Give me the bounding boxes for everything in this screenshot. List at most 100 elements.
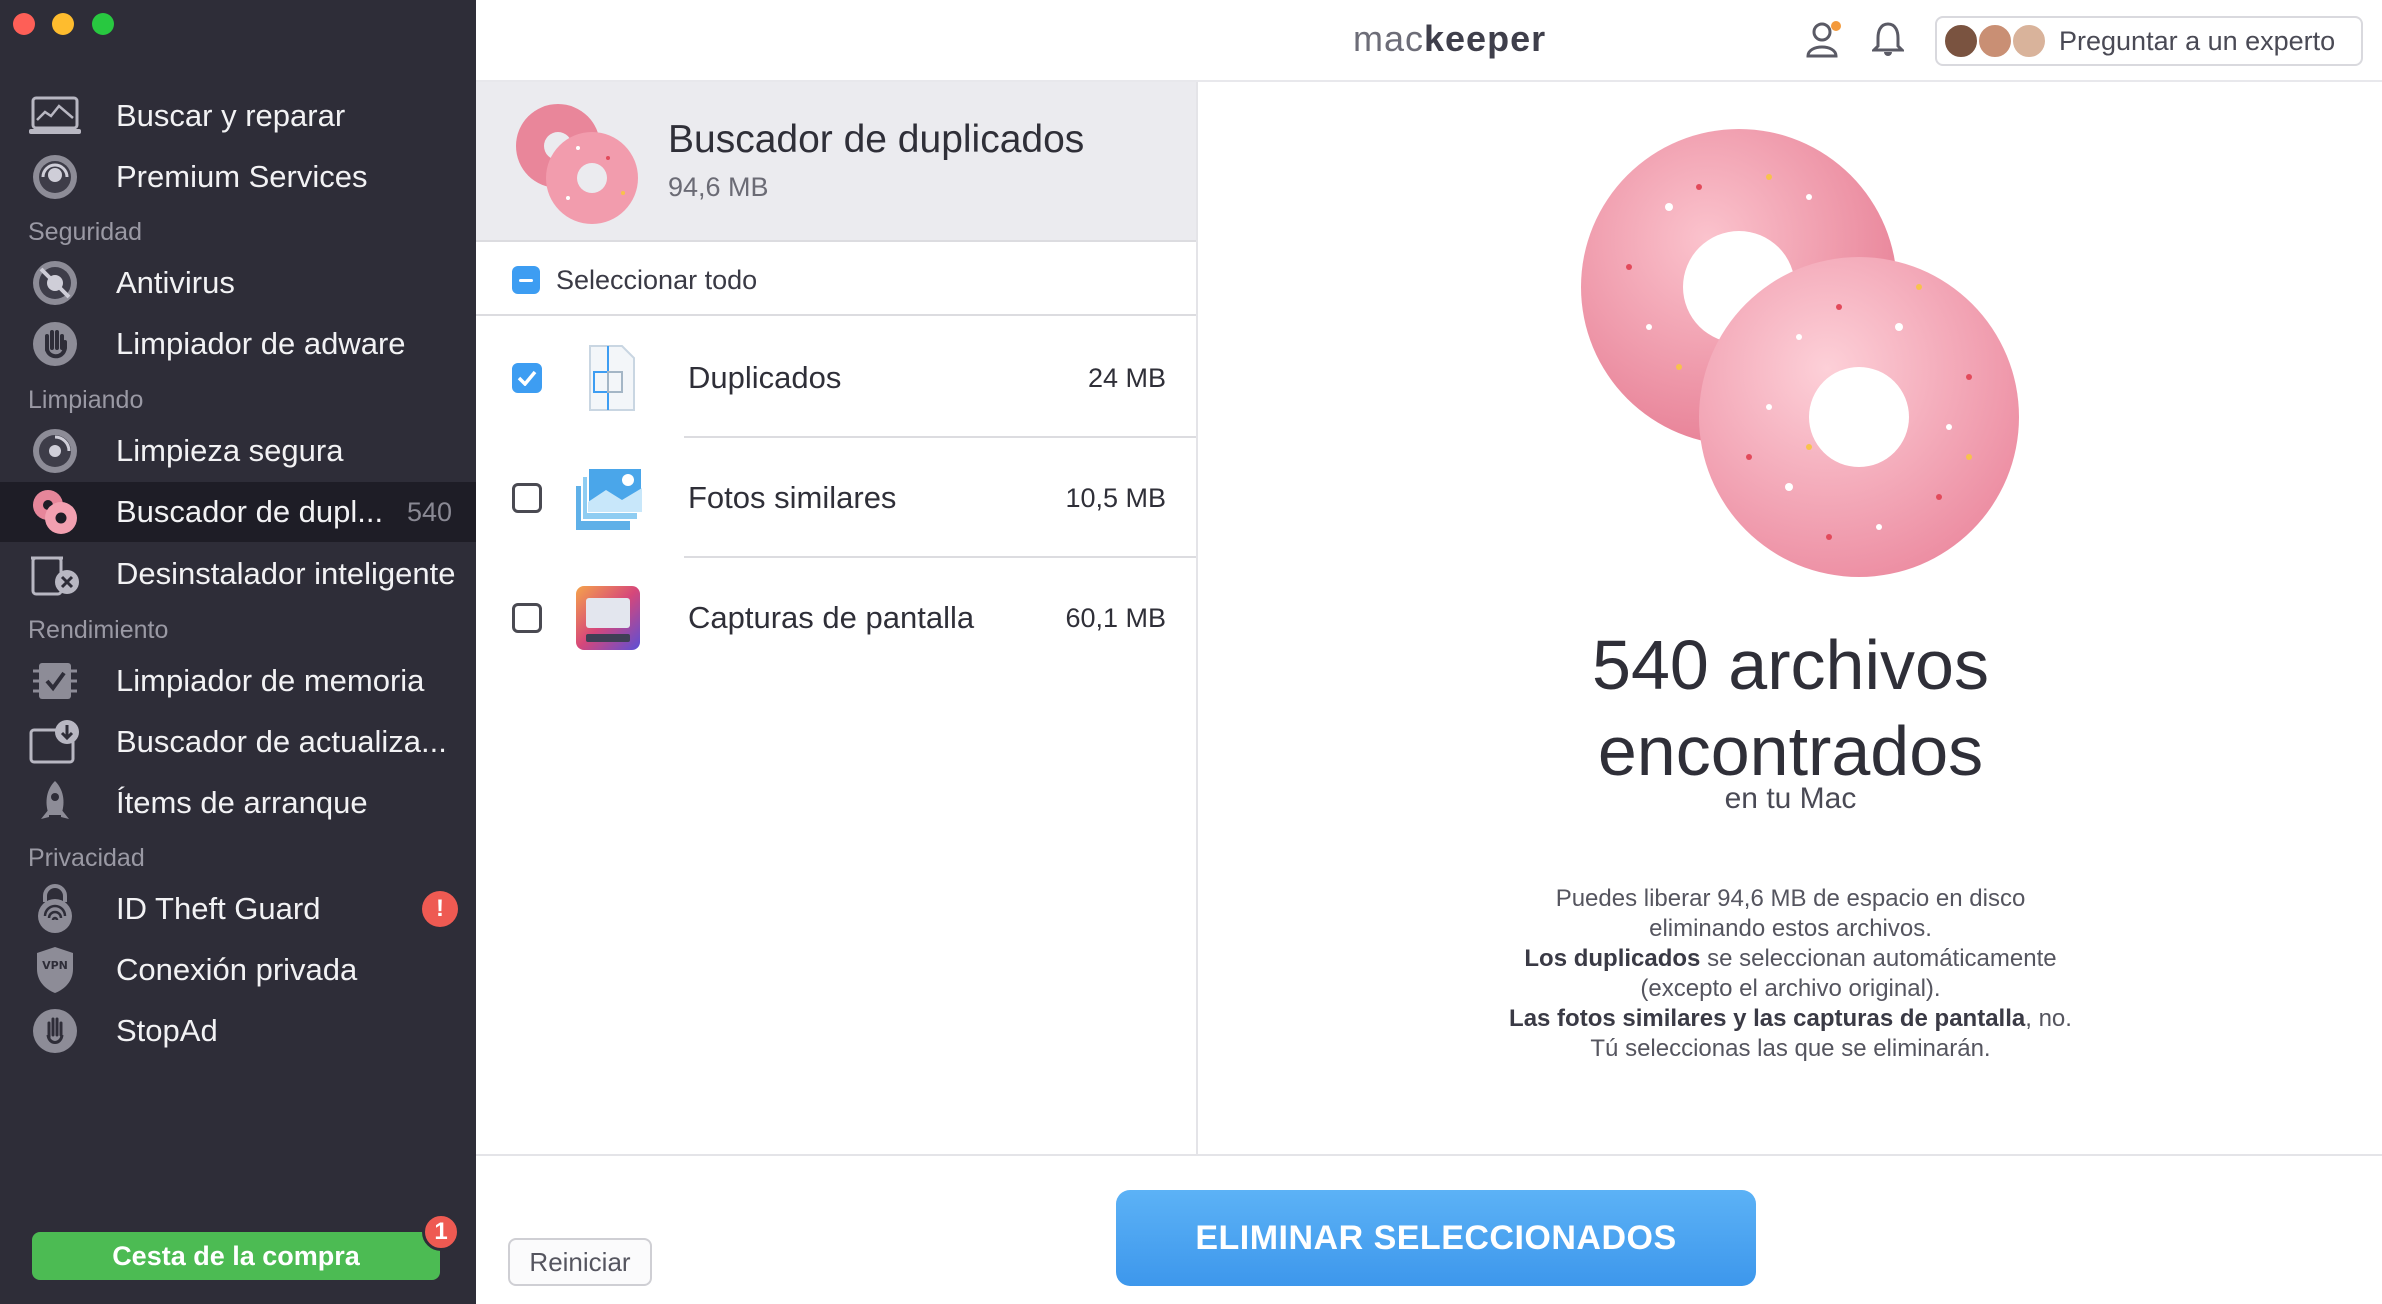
hand-stop-icon <box>29 318 81 370</box>
memory-icon <box>29 655 81 707</box>
description-line: Tú seleccionas las que se eliminarán. <box>1590 1035 1991 1062</box>
support-agent-icon <box>29 151 81 203</box>
description-bold: Las fotos similares y las capturas de pa… <box>1509 1005 2026 1032</box>
update-icon <box>29 716 81 768</box>
remove-selected-button[interactable]: ELIMINAR SELECCIONADOS <box>1116 1190 1756 1286</box>
alert-badge: ! <box>422 891 458 927</box>
select-all-row[interactable]: Seleccionar todo <box>476 244 1196 316</box>
description-line: Los duplicados se seleccionan automática… <box>1399 944 2182 974</box>
sidebar-item-label: Premium Services <box>116 159 368 194</box>
sidebar-item-desinstalador[interactable]: Desinstalador inteligente <box>0 544 476 604</box>
similar-photos-icon <box>572 462 644 534</box>
row-size: 60,1 MB <box>1065 603 1166 633</box>
sidebar-item-label: Limpieza segura <box>116 433 344 468</box>
description-line: (excepto el archivo original). <box>1640 975 1941 1002</box>
bottom-bar: Reiniciar ELIMINAR SELECCIONADOS <box>476 1154 2382 1304</box>
sidebar-item-count: 540 <box>406 496 452 527</box>
sidebar-item-id-theft-guard[interactable]: ID Theft Guard ! <box>0 879 476 939</box>
expert-avatar <box>2011 23 2047 59</box>
description-bold: Los duplicados <box>1524 945 1701 972</box>
sidebar-item-actualizaciones[interactable]: Buscador de actualiza... <box>0 712 476 772</box>
sidebar-item-conexion-privada[interactable]: VPN Conexión privada <box>0 940 476 1000</box>
row-label: Capturas de pantalla <box>688 600 975 635</box>
sidebar-item-label: StopAd <box>116 1013 218 1048</box>
stopad-hand-icon <box>29 1005 81 1057</box>
donuts-icon <box>29 486 81 538</box>
vpn-shield-icon: VPN <box>29 944 81 996</box>
sidebar-item-label: Buscar y reparar <box>116 98 346 133</box>
disk-clean-icon <box>29 425 81 477</box>
page-title: Buscador de duplicados <box>668 118 1085 161</box>
files-found-line1: 540 archivos <box>1592 626 1989 704</box>
list-item[interactable]: Duplicados 24 MB <box>476 318 1196 438</box>
description-rest: se seleccionan automáticamente <box>1700 945 2057 972</box>
top-bar: mackeeper Preguntar a un experto <box>476 0 2382 82</box>
row-checkbox[interactable] <box>512 363 542 393</box>
row-size: 10,5 MB <box>1065 483 1166 513</box>
row-checkbox[interactable] <box>512 603 542 633</box>
sidebar-item-premium-services[interactable]: Premium Services <box>0 147 476 207</box>
notifications-bell-icon[interactable] <box>1870 20 1906 63</box>
duplicate-file-icon <box>572 342 644 414</box>
sidebar-item-label: Buscador de dupl... <box>116 494 384 529</box>
antivirus-icon <box>29 257 81 309</box>
list-item[interactable]: Fotos similares 10,5 MB <box>476 438 1196 558</box>
sidebar-item-limpieza-segura[interactable]: Limpieza segura <box>0 421 476 481</box>
files-found-subtitle: en tu Mac <box>1724 782 1857 815</box>
checkmark-icon <box>517 370 537 386</box>
section-label-seguridad: Seguridad <box>28 218 142 246</box>
user-account-icon[interactable] <box>1806 20 1842 63</box>
ask-expert-button[interactable]: Preguntar a un experto <box>1935 16 2363 66</box>
description-line: Las fotos similares y las capturas de pa… <box>1399 1004 2182 1034</box>
expert-avatar <box>1977 23 2013 59</box>
description-rest: , no. <box>2025 1005 2072 1032</box>
minimize-window-button[interactable] <box>52 13 74 35</box>
rocket-icon <box>29 777 81 829</box>
ask-expert-label: Preguntar a un experto <box>2059 25 2336 56</box>
uninstall-icon <box>29 548 81 600</box>
restart-button[interactable]: Reiniciar <box>508 1238 652 1286</box>
mackeeper-logo: mackeeper <box>1353 18 1546 60</box>
sidebar: Buscar y reparar Premium Services Seguri… <box>0 0 476 1304</box>
sidebar-item-label: Buscador de actualiza... <box>116 724 447 759</box>
fingerprint-lock-icon <box>29 883 81 935</box>
files-found-count: 540 archivos encontrados <box>1199 622 2382 794</box>
brand-light: mac <box>1353 18 1425 59</box>
sidebar-item-memoria[interactable]: Limpiador de memoria <box>0 651 476 711</box>
row-checkbox[interactable] <box>512 483 542 513</box>
sidebar-item-stopad[interactable]: StopAd <box>0 1001 476 1061</box>
donuts-icon <box>516 104 638 224</box>
restart-label: Reiniciar <box>529 1246 631 1277</box>
sidebar-item-buscar-reparar[interactable]: Buscar y reparar <box>0 86 476 146</box>
select-all-checkbox[interactable] <box>512 266 540 294</box>
brand-bold: keeper <box>1424 18 1547 59</box>
sidebar-item-adware[interactable]: Limpiador de adware <box>0 314 476 374</box>
sidebar-item-label: Antivirus <box>116 265 235 300</box>
sidebar-item-label: Ítems de arranque <box>116 785 368 820</box>
zoom-window-button[interactable] <box>92 13 114 35</box>
section-label-rendimiento: Rendimiento <box>28 616 169 644</box>
shopping-cart-button[interactable]: Cesta de la compra <box>32 1232 440 1280</box>
description-line: eliminando estos archivos. <box>1649 915 1932 942</box>
section-label-privacidad: Privacidad <box>28 844 145 872</box>
list-item[interactable]: Capturas de pantalla 60,1 MB <box>476 558 1196 678</box>
select-all-label: Seleccionar todo <box>556 265 758 295</box>
sidebar-item-label: Desinstalador inteligente <box>116 556 456 591</box>
cart-count-badge: 1 <box>422 1213 460 1251</box>
sidebar-item-arranque[interactable]: Ítems de arranque <box>0 773 476 833</box>
sidebar-item-antivirus[interactable]: Antivirus <box>0 253 476 313</box>
sidebar-item-label: Limpiador de adware <box>116 326 406 361</box>
sidebar-item-buscador-duplicados[interactable]: Buscador de dupl... 540 <box>0 482 476 542</box>
shopping-cart-label: Cesta de la compra <box>112 1240 360 1271</box>
sidebar-item-label: Limpiador de memoria <box>116 663 425 698</box>
total-size: 94,6 MB <box>668 172 769 202</box>
row-label: Fotos similares <box>688 480 897 515</box>
section-label-limpiando: Limpiando <box>28 386 144 414</box>
detail-panel: 540 archivos encontrados en tu Mac Puede… <box>1199 82 2382 1154</box>
close-window-button[interactable] <box>13 13 35 35</box>
category-list-panel: Buscador de duplicados 94,6 MB Seleccion… <box>476 82 1198 1154</box>
svg-text:VPN: VPN <box>42 959 68 972</box>
donuts-illustration <box>1581 129 2019 577</box>
row-label: Duplicados <box>688 360 842 395</box>
screenshot-icon <box>572 582 644 654</box>
